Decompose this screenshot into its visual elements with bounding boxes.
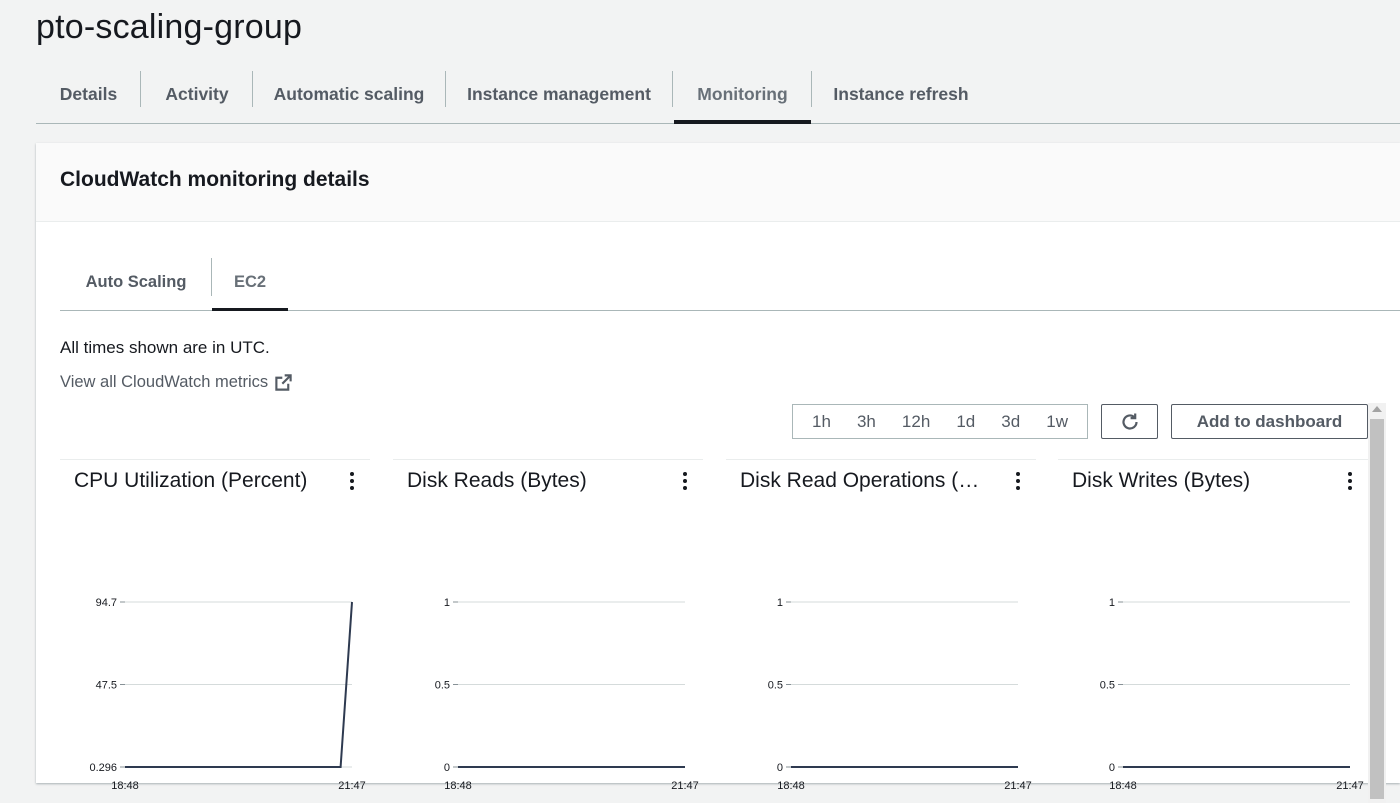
x-tick-label: 18:48 (111, 780, 139, 790)
y-tick-label: 0 (1109, 762, 1115, 774)
y-tick-label: 0.5 (435, 680, 450, 692)
x-tick-label: 21:47 (338, 780, 366, 790)
y-tick-label: 1 (1109, 597, 1115, 609)
panel-header: CloudWatch monitoring details (36, 143, 1400, 222)
metric-source-tabs: Auto Scaling EC2 (60, 255, 1400, 311)
widget-menu-icon[interactable] (344, 470, 360, 492)
range-3h-button[interactable]: 3h (853, 412, 880, 432)
tab-auto-scaling[interactable]: Auto Scaling (60, 255, 212, 310)
disk-read-operations-chart: 1 0.5 0 18:48 21:47 (768, 597, 1032, 790)
widget-title: Disk Reads (Bytes) (407, 469, 587, 492)
widgets-scrollbar[interactable] (1368, 403, 1386, 803)
x-tick-label: 18:48 (444, 780, 472, 790)
widget-menu-icon[interactable] (1010, 470, 1026, 492)
cloudwatch-metrics-link-label: View all CloudWatch metrics (60, 373, 269, 391)
panel-title: CloudWatch monitoring details (60, 168, 370, 191)
disk-read-operations-widget: Disk Read Operations (O… 1 0.5 0 18:48 21:47 (726, 459, 1036, 790)
disk-writes-widget: Disk Writes (Bytes) 1 0.5 0 18:48 21:47 (1058, 459, 1368, 790)
y-tick-label: 0 (444, 762, 450, 774)
range-12h-button[interactable]: 12h (898, 412, 934, 432)
tab-instance-refresh[interactable]: Instance refresh (812, 66, 990, 122)
tab-instance-management[interactable]: Instance management (446, 66, 672, 122)
tab-details[interactable]: Details (36, 66, 141, 122)
cloudwatch-metrics-link[interactable]: View all CloudWatch metrics (60, 373, 293, 392)
main-tabs: Details Activity Automatic scaling Insta… (36, 66, 1400, 124)
tab-separator (672, 71, 673, 107)
monitoring-panel: CloudWatch monitoring details Auto Scali… (36, 143, 1400, 803)
x-tick-label: 21:47 (1336, 780, 1364, 790)
scrollbar-thumb[interactable] (1370, 419, 1384, 799)
utc-note: All times shown are in UTC. (60, 338, 270, 357)
time-range-selector: 1h 3h 12h 1d 3d 1w (792, 404, 1088, 439)
range-1w-button[interactable]: 1w (1042, 412, 1072, 432)
widget-title: Disk Writes (Bytes) (1072, 469, 1251, 492)
disk-reads-chart: 1 0.5 0 18:48 21:47 (435, 597, 699, 790)
y-tick-label: 47.5 (96, 679, 117, 691)
page-title: pto-scaling-group (36, 8, 303, 46)
y-tick-label: 0.5 (768, 680, 783, 692)
scroll-up-arrow-icon[interactable] (1372, 406, 1382, 412)
disk-writes-chart: 1 0.5 0 18:48 21:47 (1100, 597, 1364, 790)
y-tick-label: 94.7 (96, 597, 117, 609)
widget-title: Disk Read Operations (O… (740, 469, 990, 492)
range-1h-button[interactable]: 1h (808, 412, 835, 432)
tab-activity[interactable]: Activity (141, 66, 253, 122)
y-tick-label: 0.5 (1100, 680, 1115, 692)
widget-title: CPU Utilization (Percent) (74, 469, 308, 492)
cpu-utilization-chart: 94.7 47.5 0.296 18:48 21:47 (89, 597, 366, 790)
y-tick-label: 1 (777, 597, 783, 609)
refresh-button[interactable] (1101, 404, 1158, 439)
y-tick-label: 0.296 (89, 762, 117, 774)
external-link-icon (275, 374, 292, 391)
add-to-dashboard-button[interactable]: Add to dashboard (1171, 404, 1368, 439)
y-tick-label: 1 (444, 597, 450, 609)
x-tick-label: 18:48 (1109, 780, 1137, 790)
widget-menu-icon[interactable] (1342, 470, 1358, 492)
x-tick-label: 21:47 (671, 780, 699, 790)
refresh-icon (1121, 413, 1138, 430)
tab-monitoring[interactable]: Monitoring (674, 66, 811, 124)
cpu-utilization-widget: CPU Utilization (Percent) 94.7 47.5 0.296 1… (60, 459, 370, 790)
disk-reads-widget: Disk Reads (Bytes) 1 0.5 0 18:48 21:47 (393, 459, 703, 790)
tab-automatic-scaling[interactable]: Automatic scaling (253, 66, 445, 122)
range-1d-button[interactable]: 1d (952, 412, 979, 432)
widget-menu-icon[interactable] (677, 470, 693, 492)
range-3d-button[interactable]: 3d (997, 412, 1024, 432)
x-tick-label: 21:47 (1004, 780, 1032, 790)
x-tick-label: 18:48 (777, 780, 805, 790)
y-tick-label: 0 (777, 762, 783, 774)
tab-ec2[interactable]: EC2 (212, 255, 288, 311)
